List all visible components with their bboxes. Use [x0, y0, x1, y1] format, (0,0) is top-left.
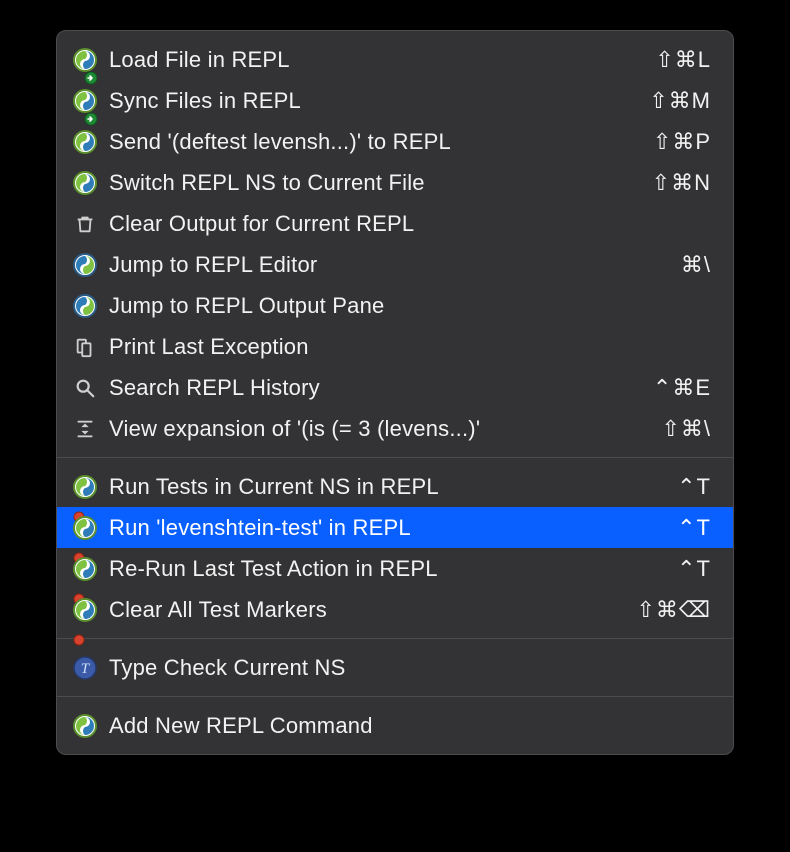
clj-green-icon	[71, 712, 99, 740]
svg-text:T: T	[81, 661, 91, 677]
menu-item-shortcut: ⌃T	[677, 556, 711, 582]
menu-item[interactable]: Print Last Exception	[57, 326, 733, 367]
menu-item-label: Run Tests in Current NS in REPL	[109, 474, 663, 500]
trash-icon	[71, 210, 99, 238]
menu-item[interactable]: T Type Check Current NS	[57, 647, 733, 688]
clj-test-icon	[71, 514, 99, 542]
menu-item[interactable]: View expansion of '(is (= 3 (levens...)'…	[57, 408, 733, 449]
clj-test-icon	[71, 596, 99, 624]
menu-item-label: Sync Files in REPL	[109, 88, 635, 114]
menu-item-shortcut: ⌃T	[677, 515, 711, 541]
clj-test-icon	[71, 555, 99, 583]
expand-icon	[71, 415, 99, 443]
menu-item-shortcut: ⌃⌘E	[653, 375, 711, 401]
clj-arrow-green-icon	[71, 46, 99, 74]
menu-separator	[57, 638, 733, 639]
menu-item-shortcut: ⌃T	[677, 474, 711, 500]
menu-item[interactable]: Run Tests in Current NS in REPL ⌃T	[57, 466, 733, 507]
menu-item-shortcut: ⇧⌘\	[661, 416, 711, 442]
menu-item-shortcut: ⇧⌘M	[649, 88, 711, 114]
menu-item[interactable]: Run 'levenshtein-test' in REPL ⌃T	[57, 507, 733, 548]
menu-item[interactable]: Switch REPL NS to Current File ⇧⌘N	[57, 162, 733, 203]
menu-item-label: Jump to REPL Output Pane	[109, 293, 697, 319]
menu-item-label: Type Check Current NS	[109, 655, 697, 681]
menu-item[interactable]: Load File in REPL ⇧⌘L	[57, 39, 733, 80]
type-check-icon: T	[71, 654, 99, 682]
search-icon	[71, 374, 99, 402]
menu-item-label: Search REPL History	[109, 375, 639, 401]
menu-item[interactable]: Add New REPL Command	[57, 705, 733, 746]
menu-item[interactable]: Sync Files in REPL ⇧⌘M	[57, 80, 733, 121]
menu-item[interactable]: Clear Output for Current REPL	[57, 203, 733, 244]
clj-arrow-green-icon	[71, 87, 99, 115]
menu-item[interactable]: Re-Run Last Test Action in REPL ⌃T	[57, 548, 733, 589]
menu-separator	[57, 457, 733, 458]
clj-test-icon	[71, 473, 99, 501]
menu-item-label: Clear All Test Markers	[109, 597, 622, 623]
menu-item-label: Clear Output for Current REPL	[109, 211, 697, 237]
context-menu: Load File in REPL ⇧⌘L Sync Files in REPL ⇧…	[56, 30, 734, 755]
clj-green-icon	[71, 169, 99, 197]
print-icon	[71, 333, 99, 361]
menu-item-shortcut: ⌘\	[681, 252, 711, 278]
menu-item-label: Send '(deftest levensh...)' to REPL	[109, 129, 639, 155]
menu-item[interactable]: Jump to REPL Output Pane	[57, 285, 733, 326]
menu-item-shortcut: ⇧⌘N	[652, 170, 711, 196]
menu-item-label: Run 'levenshtein-test' in REPL	[109, 515, 663, 541]
menu-item-label: Switch REPL NS to Current File	[109, 170, 638, 196]
menu-item[interactable]: Send '(deftest levensh...)' to REPL ⇧⌘P	[57, 121, 733, 162]
menu-separator	[57, 696, 733, 697]
menu-item-label: Add New REPL Command	[109, 713, 697, 739]
menu-item-shortcut: ⇧⌘L	[655, 47, 711, 73]
menu-item-label: Load File in REPL	[109, 47, 641, 73]
menu-item-label: View expansion of '(is (= 3 (levens...)'	[109, 416, 647, 442]
menu-item-shortcut: ⇧⌘P	[653, 129, 711, 155]
clj-blue-icon	[71, 251, 99, 279]
clj-blue-icon	[71, 292, 99, 320]
menu-item[interactable]: Clear All Test Markers ⇧⌘⌫	[57, 589, 733, 630]
menu-item-label: Jump to REPL Editor	[109, 252, 667, 278]
menu-item-label: Re-Run Last Test Action in REPL	[109, 556, 663, 582]
menu-item[interactable]: Jump to REPL Editor ⌘\	[57, 244, 733, 285]
menu-item-label: Print Last Exception	[109, 334, 697, 360]
menu-item-shortcut: ⇧⌘⌫	[636, 597, 711, 623]
menu-item[interactable]: Search REPL History ⌃⌘E	[57, 367, 733, 408]
